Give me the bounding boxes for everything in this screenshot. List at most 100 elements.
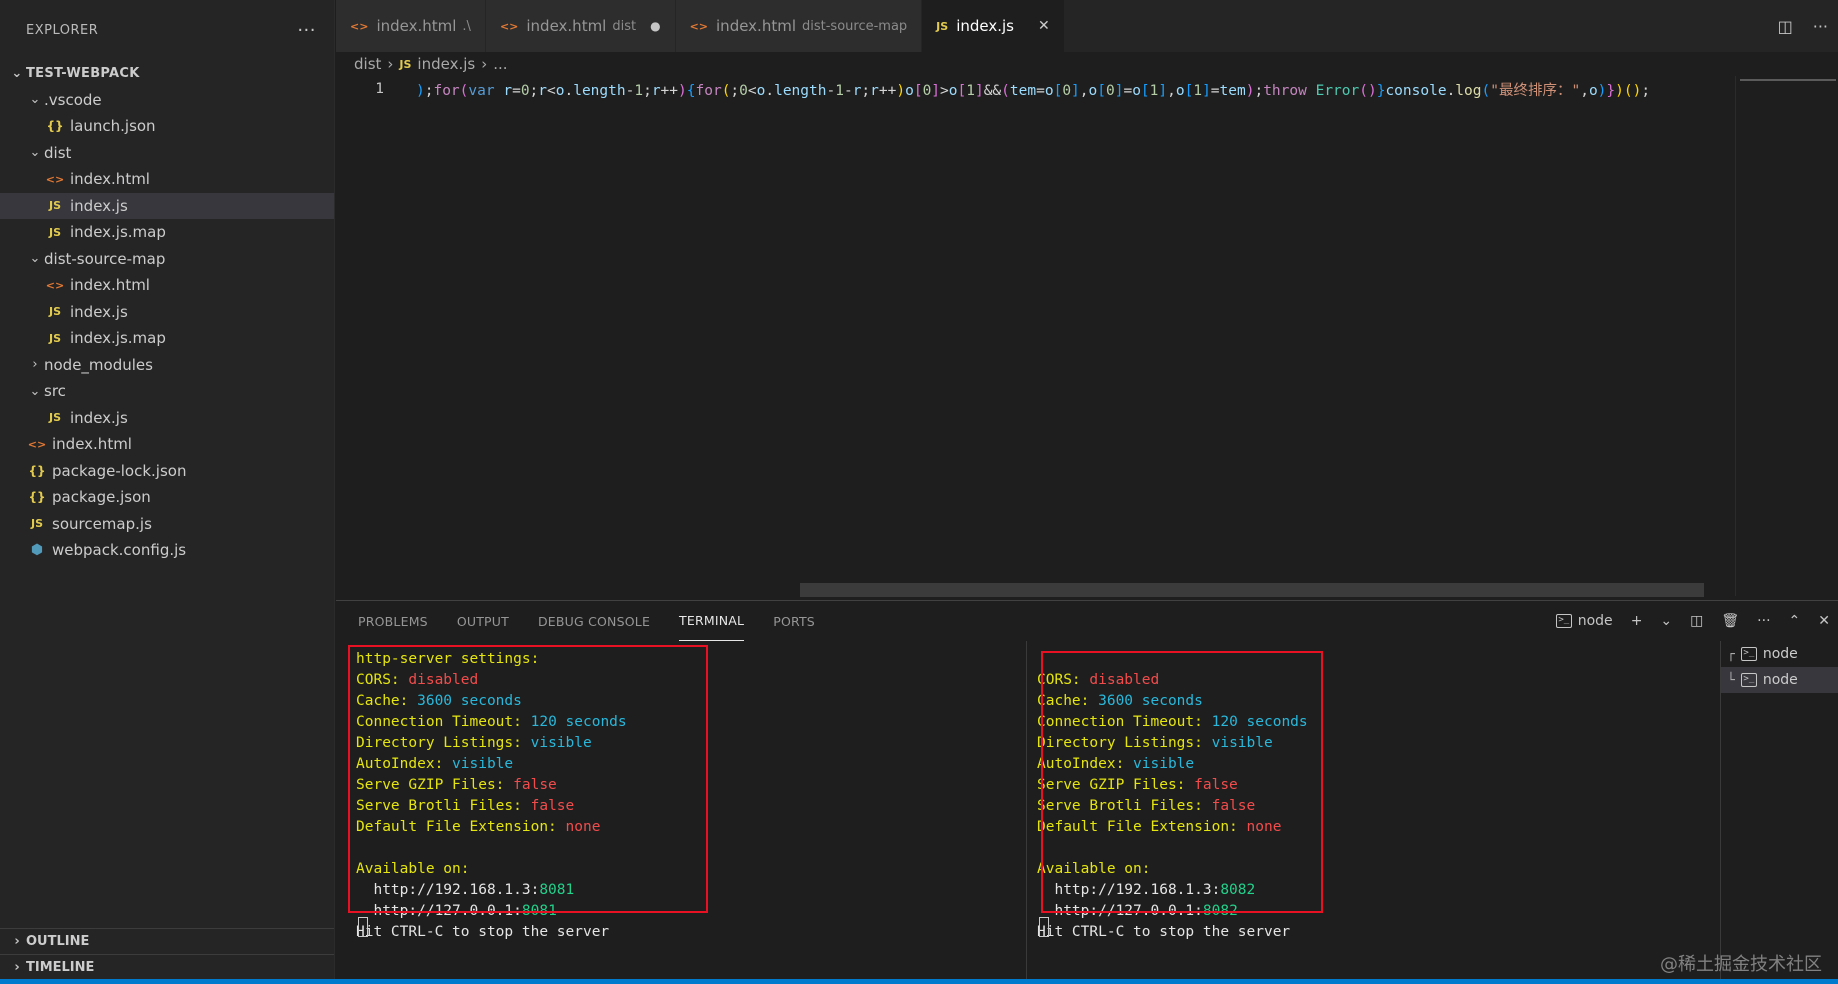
editor-tab[interactable]: <> index.html dist ● xyxy=(485,0,676,52)
html-file-icon: <> xyxy=(350,19,369,33)
minimap-divider xyxy=(1735,76,1736,596)
code-token: 1 xyxy=(634,82,644,99)
tree-file[interactable]: <> index.html xyxy=(0,272,334,299)
panel-tab-terminal[interactable]: TERMINAL xyxy=(679,601,745,641)
code-token: tem xyxy=(1219,82,1246,99)
tree-file[interactable]: JS index.js.map xyxy=(0,325,334,352)
code-token: - xyxy=(843,82,853,99)
editor-tab-bar: <> index.html .\ <> index.html dist ● <> index.h… xyxy=(336,0,1838,52)
tree-file[interactable]: JS index.js xyxy=(0,299,334,326)
code-token: [ xyxy=(913,82,923,99)
html-file-icon: <> xyxy=(689,19,709,33)
breadcrumb-file[interactable]: index.js xyxy=(417,55,475,73)
split-terminal-icon[interactable]: ◫ xyxy=(1690,613,1703,629)
code-token: . xyxy=(1446,82,1456,99)
code-token: throw xyxy=(1263,82,1307,99)
chevron-right-icon: › xyxy=(14,934,20,949)
tree-file[interactable]: JS index.js.map xyxy=(0,219,334,246)
panel-tab-problems[interactable]: PROBLEMS xyxy=(358,601,428,641)
tree-folder[interactable]: ⌄ .vscode xyxy=(0,87,334,114)
trash-icon[interactable]: 🗑 xyxy=(1721,613,1739,629)
tree-branch-icon: ┌ xyxy=(1727,646,1735,662)
breadcrumb-folder[interactable]: dist xyxy=(354,55,381,73)
tree-folder[interactable]: ⌄ src xyxy=(0,378,334,405)
code-token: r xyxy=(503,82,513,99)
panel-tab-output[interactable]: OUTPUT xyxy=(457,601,509,641)
code-token: r xyxy=(870,82,879,99)
terminal-icon: >_ xyxy=(1740,647,1757,661)
terminal-split-divider[interactable] xyxy=(1026,641,1027,984)
tree-folder[interactable]: › node_modules xyxy=(0,352,334,379)
terminal-list-item[interactable]: └ >_ node xyxy=(1721,667,1838,693)
tree-file[interactable]: <> index.html xyxy=(0,431,334,458)
tree-file[interactable]: {} launch.json xyxy=(0,113,334,140)
tab-label: index.html xyxy=(716,17,796,35)
editor-tab[interactable]: <> index.html .\ xyxy=(336,0,486,52)
minimap[interactable] xyxy=(1740,79,1836,81)
horizontal-scrollbar[interactable] xyxy=(800,583,1704,597)
tree-item-label: .vscode xyxy=(44,90,102,109)
code-token: < xyxy=(547,82,556,99)
workspace-root[interactable]: ⌄ TEST-WEBPACK xyxy=(0,60,334,87)
code-token: . xyxy=(765,82,775,99)
explorer-more-icon[interactable]: ··· xyxy=(297,20,316,41)
tree-item-label: index.js xyxy=(70,302,128,321)
chevron-down-icon[interactable]: ⌄ xyxy=(1660,613,1672,629)
close-panel-icon[interactable]: ✕ xyxy=(1818,613,1830,629)
maximize-panel-icon[interactable]: ⌃ xyxy=(1789,613,1801,629)
split-editor-icon[interactable]: ◫ xyxy=(1778,17,1793,36)
chevron-down-icon: ⌄ xyxy=(29,251,41,267)
editor-tab[interactable]: <> index.html dist-source-map xyxy=(675,0,923,52)
breadcrumb-symbols[interactable]: ... xyxy=(493,55,507,73)
tree-item-label: index.html xyxy=(70,276,150,295)
code-token: - xyxy=(826,82,836,99)
chevron-down-icon: ⌄ xyxy=(11,65,23,81)
code-token: log xyxy=(1455,82,1482,99)
terminal-selector[interactable]: >_ node xyxy=(1555,613,1613,629)
tab-label: index.js xyxy=(956,17,1014,35)
code-token: 0 xyxy=(520,82,530,99)
panel-tab-ports[interactable]: PORTS xyxy=(773,601,815,641)
tab-description: .\ xyxy=(462,18,471,34)
timeline-section[interactable]: › TIMELINE xyxy=(0,954,334,980)
panel-tab-debug-console[interactable]: DEBUG CONSOLE xyxy=(538,601,650,641)
code-text[interactable]: );for(var r=0;r<o.length-1;r++){for(;0<o… xyxy=(416,79,1650,100)
tree-file[interactable]: <> index.html xyxy=(0,166,334,193)
tree-file[interactable]: JS index.js xyxy=(0,405,334,432)
unsaved-dot-icon[interactable]: ● xyxy=(650,19,660,33)
code-editor[interactable]: 1 );for(var r=0;r<o.length-1;r++){for(;0… xyxy=(336,76,1838,596)
code-token: 0 xyxy=(739,82,748,99)
editor-tab[interactable]: JS index.js ✕ xyxy=(922,0,1065,52)
outline-section[interactable]: › OUTLINE xyxy=(0,928,334,954)
more-actions-icon[interactable]: ··· xyxy=(1813,17,1828,36)
tree-file[interactable]: {} package-lock.json xyxy=(0,458,334,485)
highlight-box-right xyxy=(1041,651,1323,913)
terminal-list-item[interactable]: ┌ >_ node xyxy=(1721,641,1838,667)
tree-file[interactable]: ⬢ webpack.config.js xyxy=(0,537,334,564)
chevron-right-icon: › xyxy=(14,960,20,975)
close-tab-icon[interactable]: ✕ xyxy=(1038,18,1050,34)
terminal-name: node xyxy=(1577,613,1613,629)
tree-folder[interactable]: ⌄ dist xyxy=(0,140,334,167)
code-token: [ xyxy=(1053,82,1063,99)
tree-file[interactable]: JS sourcemap.js xyxy=(0,511,334,538)
terminal-list-label: node xyxy=(1762,672,1798,688)
code-token: ; xyxy=(529,82,539,99)
js-file-icon: JS xyxy=(399,57,412,71)
panel-more-icon[interactable]: ··· xyxy=(1757,613,1770,629)
tree-file[interactable]: {} package.json xyxy=(0,484,334,511)
code-token: () xyxy=(1359,82,1377,99)
chevron-right-icon: › xyxy=(32,357,38,373)
code-token: ; xyxy=(861,82,871,99)
breadcrumb-separator-icon: › xyxy=(481,55,488,73)
tree-file[interactable]: JS index.js xyxy=(0,192,334,219)
code-token: 0 xyxy=(1105,82,1115,99)
code-token: for xyxy=(695,82,722,99)
tree-item-label: src xyxy=(44,382,66,401)
code-token: , xyxy=(1167,82,1176,99)
code-token: length xyxy=(573,82,626,99)
new-terminal-icon[interactable]: + xyxy=(1631,613,1643,629)
tree-folder[interactable]: ⌄ dist-source-map xyxy=(0,246,334,273)
chevron-down-icon: ⌄ xyxy=(29,145,41,161)
